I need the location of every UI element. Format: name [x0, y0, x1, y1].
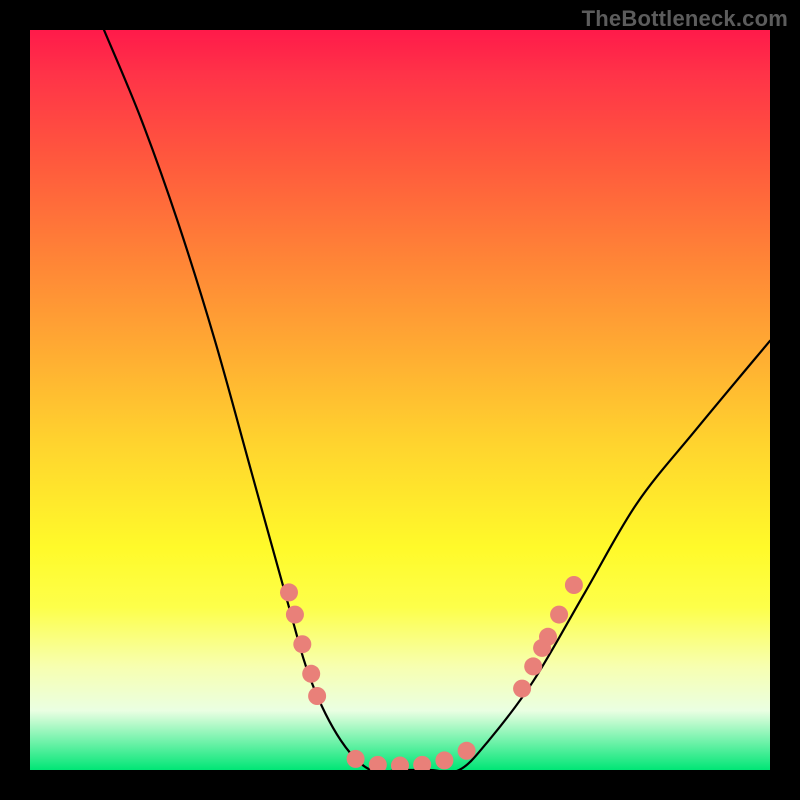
- marker-dot: [286, 606, 304, 624]
- marker-dot: [280, 583, 298, 601]
- marker-dot: [391, 757, 409, 770]
- marker-dot: [435, 751, 453, 769]
- marker-dot: [539, 628, 557, 646]
- watermark-text: TheBottleneck.com: [582, 6, 788, 32]
- marker-dot: [369, 756, 387, 770]
- marker-dot: [413, 756, 431, 770]
- marker-dot: [565, 576, 583, 594]
- marker-dot: [458, 742, 476, 760]
- marker-dot: [302, 665, 320, 683]
- marker-dot: [524, 657, 542, 675]
- curve-svg: [30, 30, 770, 770]
- plot-area: [30, 30, 770, 770]
- marker-dot: [513, 680, 531, 698]
- marker-dot: [308, 687, 326, 705]
- marker-dot: [550, 606, 568, 624]
- marker-dot: [293, 635, 311, 653]
- highlight-markers: [280, 576, 583, 770]
- chart-container: TheBottleneck.com: [0, 0, 800, 800]
- marker-dot: [347, 750, 365, 768]
- bottleneck-curve: [104, 30, 770, 770]
